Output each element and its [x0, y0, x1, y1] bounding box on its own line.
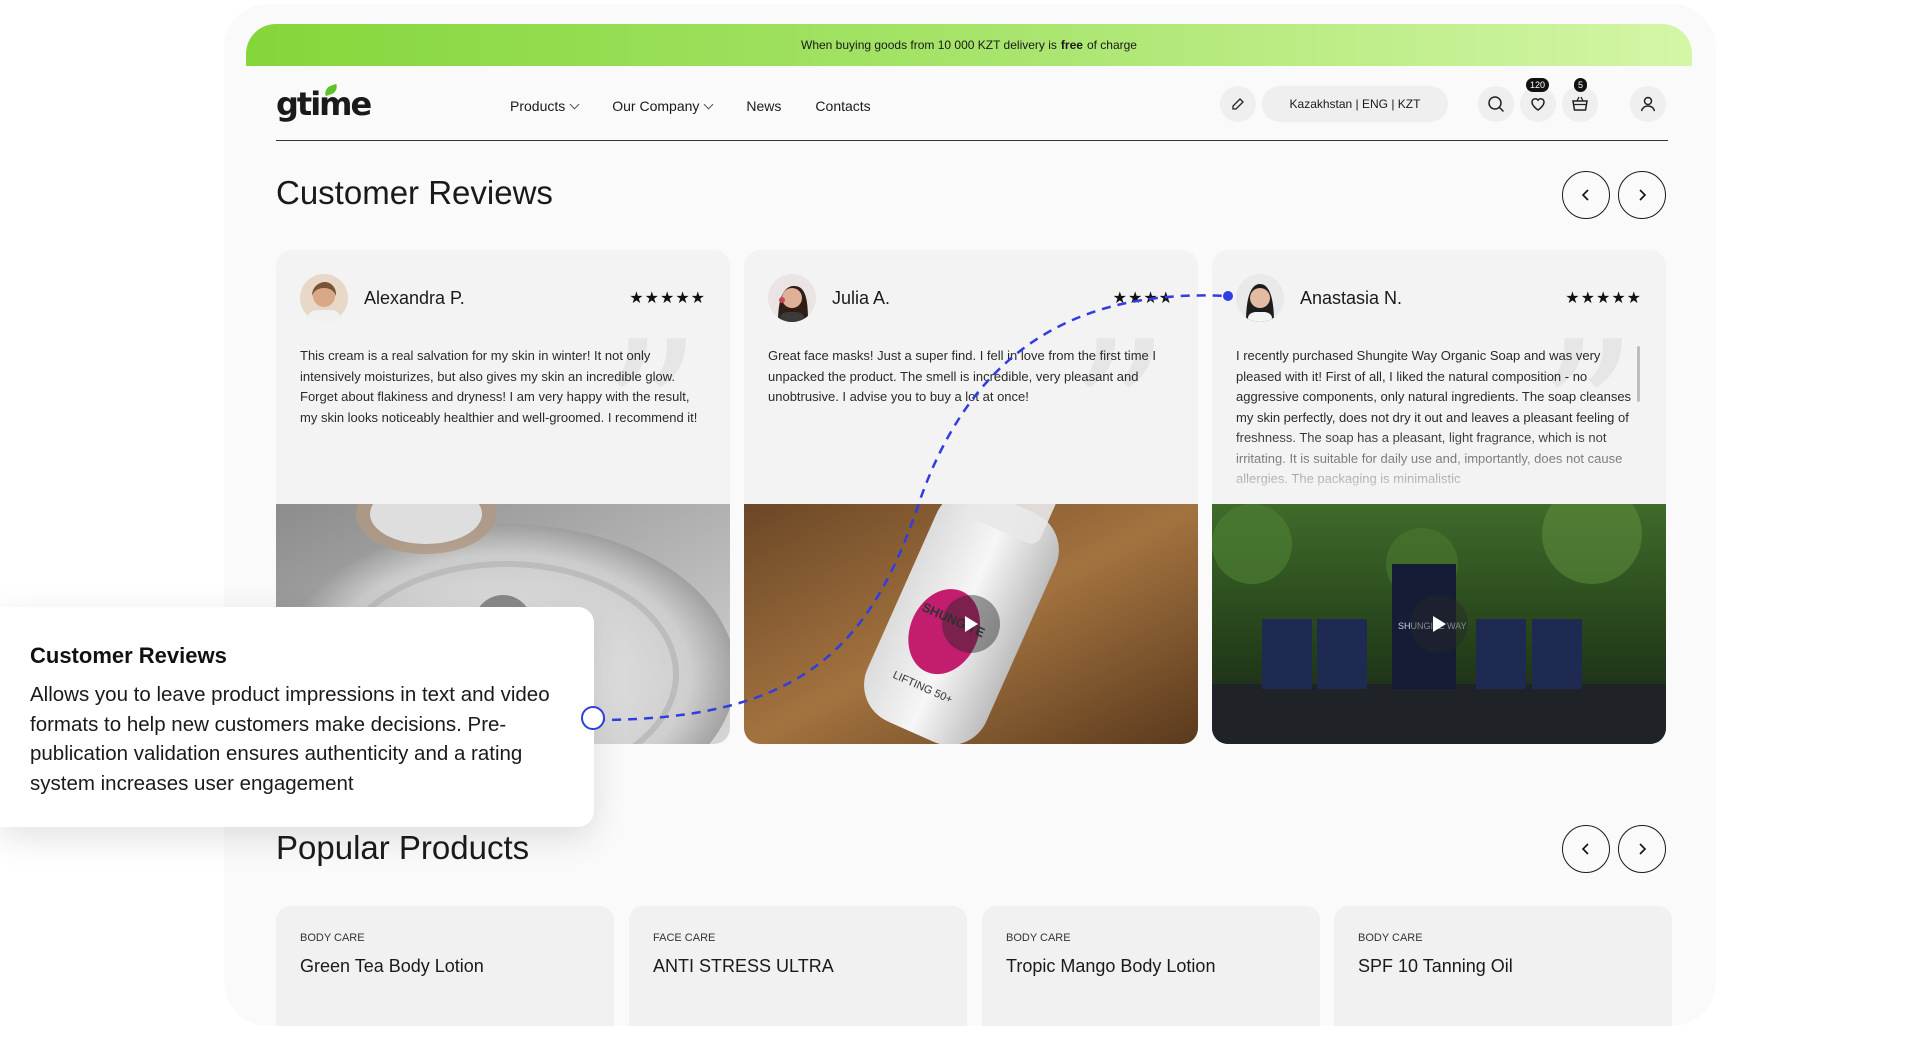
nav-label: Our Company: [612, 98, 700, 114]
nav-our-company[interactable]: Our Company: [612, 98, 714, 114]
promo-text: When buying goods from 10 000 KZT delive…: [801, 38, 1057, 52]
chevron-left-icon: [1581, 843, 1589, 855]
favorites-count-badge: 120: [1526, 78, 1550, 92]
reviews-next-button[interactable]: [1618, 171, 1666, 219]
review-text: Great face masks! Just a super find. I f…: [768, 348, 1156, 404]
chevron-right-icon: [1639, 843, 1647, 855]
reviewer-name: Julia A.: [832, 287, 891, 308]
play-button[interactable]: [1410, 595, 1468, 653]
chevron-down-icon: [569, 99, 580, 109]
nav-products[interactable]: Products: [510, 98, 580, 114]
cart-count-badge: 5: [1574, 78, 1588, 92]
chevron-right-icon: [1639, 189, 1647, 201]
user-icon: [1640, 96, 1656, 112]
region-selector[interactable]: Kazakhstan | ENG | KZT: [1262, 86, 1448, 122]
basket-icon: [1572, 96, 1588, 111]
profile-button[interactable]: [1630, 86, 1666, 122]
product-name: ANTI STRESS ULTRA: [653, 956, 834, 976]
nav-label: Contacts: [815, 98, 871, 114]
avatar: [768, 274, 816, 322]
nav-news[interactable]: News: [746, 98, 781, 114]
play-button[interactable]: [942, 595, 1000, 653]
chevron-down-icon: [703, 99, 714, 109]
product-card[interactable]: BODY CARE SPF 10 Tanning Oil: [1334, 906, 1672, 1026]
play-icon: [1433, 616, 1446, 632]
product-card[interactable]: BODY CARE Tropic Mango Body Lotion: [982, 906, 1320, 1026]
promo-free: free: [1060, 38, 1083, 52]
connector-anchor-icon: [581, 706, 605, 730]
avatar: [1236, 274, 1284, 322]
products-next-button[interactable]: [1618, 825, 1666, 873]
review-text: This cream is a real salvation for my sk…: [300, 348, 698, 425]
product-name: SPF 10 Tanning Oil: [1358, 956, 1513, 976]
feature-tooltip: Customer Reviews Allows you to leave pro…: [0, 607, 594, 827]
star-rating: ★★★★★: [1565, 290, 1642, 307]
nav-label: News: [746, 98, 782, 114]
promo-banner: When buying goods from 10 000 KZT delive…: [246, 24, 1692, 66]
review-card: ” Julia A. ★★★★ Great face masks! Just a…: [744, 250, 1198, 744]
reviews-title: Customer Reviews: [276, 174, 553, 211]
logo-leaf-icon: [323, 83, 339, 97]
product-card[interactable]: FACE CARE ANTI STRESS ULTRA: [629, 906, 967, 1026]
product-category: FACE CARE: [653, 932, 716, 944]
star-rating: ★★★★: [1112, 290, 1174, 307]
review-card: ” Anastasia N. ★★★★★ I recently purchase…: [1212, 250, 1666, 744]
gtime-logo[interactable]: gtime: [276, 83, 386, 122]
region-label: Kazakhstan | ENG | KZT: [1289, 97, 1421, 111]
search-button[interactable]: [1478, 86, 1514, 122]
edit-button[interactable]: [1220, 86, 1256, 122]
star-rating: ★★★★★: [629, 290, 706, 307]
reviews-prev-button[interactable]: [1562, 171, 1610, 219]
product-name: Tropic Mango Body Lotion: [1006, 956, 1216, 976]
products-prev-button[interactable]: [1562, 825, 1610, 873]
product-card[interactable]: BODY CARE Green Tea Body Lotion: [276, 906, 614, 1026]
reviewer-name: Anastasia N.: [1300, 287, 1403, 308]
nav-contacts[interactable]: Contacts: [815, 98, 870, 114]
edit-icon: [1232, 98, 1244, 110]
products-title: Popular Products: [276, 829, 530, 866]
tooltip-description: Allows you to leave product impressions …: [30, 683, 550, 795]
review-scrollbar[interactable]: [1637, 346, 1640, 402]
product-category: BODY CARE: [1358, 932, 1423, 944]
header-divider: [276, 140, 1668, 141]
reviewer-name: Alexandra P.: [364, 287, 465, 308]
review-video[interactable]: SHUNGITE WAY: [1212, 504, 1666, 744]
text-fade: [1212, 430, 1666, 502]
product-category: BODY CARE: [300, 932, 365, 944]
promo-text-end: of charge: [1086, 38, 1137, 52]
nav-label: Products: [510, 98, 566, 114]
play-icon: [965, 616, 978, 632]
main-nav: Products Our Company News Contacts: [510, 98, 871, 114]
chevron-left-icon: [1581, 189, 1589, 201]
review-video[interactable]: SHUNGITE LIFTING 50+: [744, 504, 1198, 744]
heart-icon: [1531, 98, 1545, 111]
product-name: Green Tea Body Lotion: [300, 956, 484, 976]
tooltip-title: Customer Reviews: [30, 643, 227, 668]
product-category: BODY CARE: [1006, 932, 1071, 944]
avatar: [300, 274, 348, 322]
search-icon: [1488, 96, 1505, 113]
